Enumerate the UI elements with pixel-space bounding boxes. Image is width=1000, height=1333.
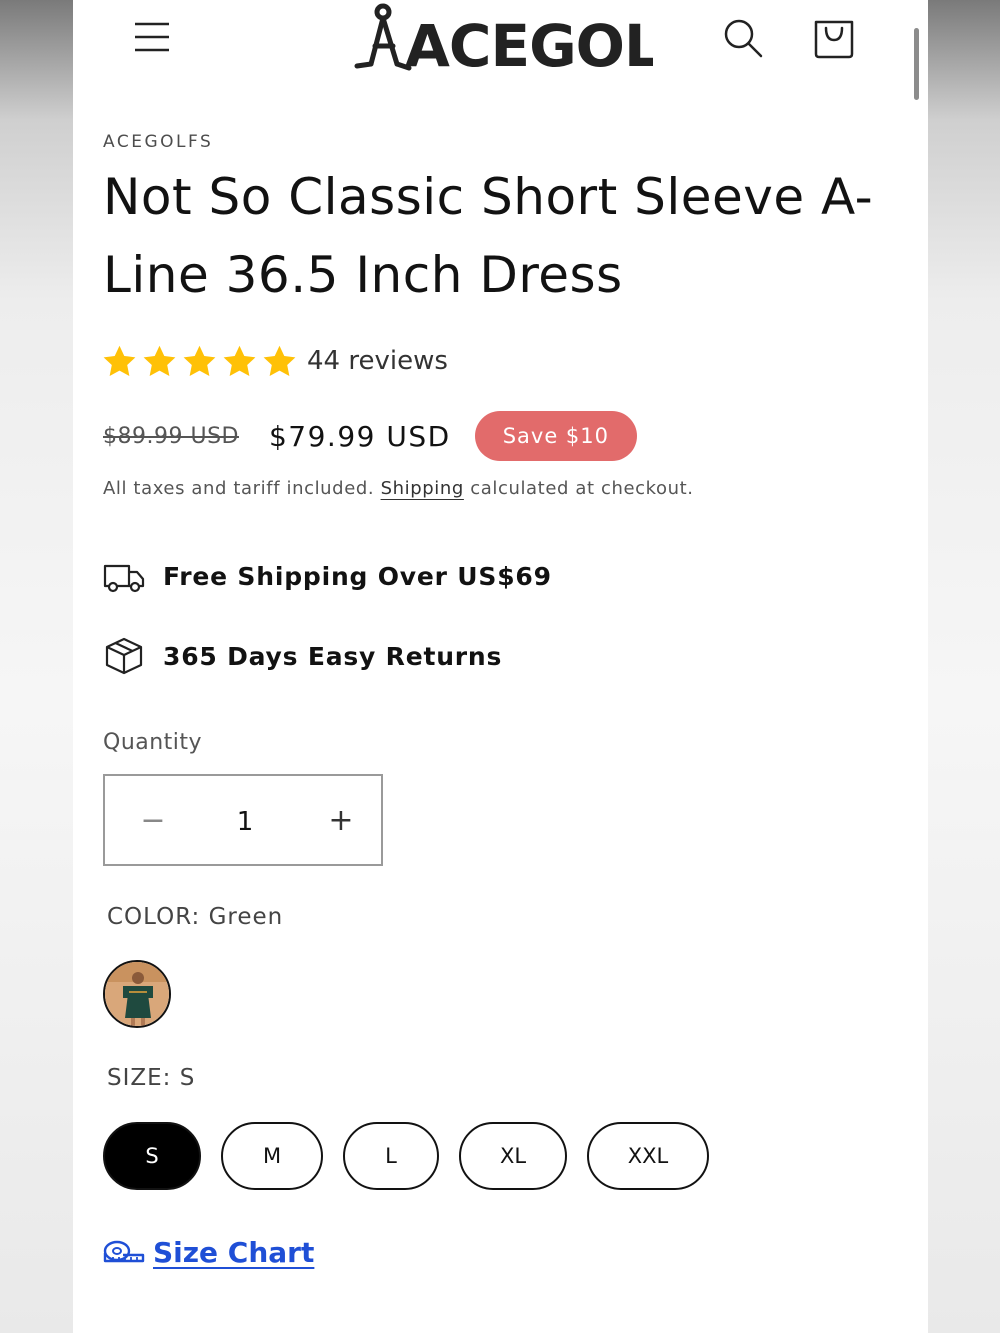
size-chart-link[interactable]: Size Chart (103, 1236, 314, 1269)
size-option-xxl[interactable]: XXL (587, 1122, 709, 1190)
star-icon (223, 345, 256, 376)
star-icon (183, 345, 216, 376)
size-chart-label[interactable]: Size Chart (153, 1236, 314, 1269)
hamburger-menu-icon[interactable] (133, 18, 171, 56)
compare-at-price: $89.99 USD (103, 423, 239, 449)
size-options: S M L XL XXL (103, 1122, 729, 1190)
color-swatch-green[interactable] (103, 960, 171, 1028)
shipping-link[interactable]: Shipping (381, 478, 464, 499)
price-row: $89.99 USD $79.99 USD Save $10 (103, 410, 637, 462)
search-icon[interactable] (721, 16, 765, 60)
golfer-figure-icon (354, 3, 412, 71)
size-option-l[interactable]: L (343, 1122, 439, 1190)
quantity-label: Quantity (103, 730, 203, 755)
current-price: $79.99 USD (268, 419, 451, 453)
feature-label: Free Shipping Over US$69 (163, 561, 552, 591)
size-option-s[interactable]: S (103, 1122, 201, 1190)
logo-text: ACEGOLFS (405, 12, 653, 74)
product-title: Not So Classic Short Sleeve A-Line 36.5 … (103, 168, 874, 304)
sale-badge: Save $10 (474, 411, 637, 461)
feature-free-shipping: Free Shipping Over US$69 (103, 554, 552, 598)
measuring-tape-icon (103, 1240, 145, 1262)
star-rating[interactable]: 44 reviews (101, 340, 448, 382)
quantity-input[interactable]: 1 (205, 790, 285, 850)
brand-logo[interactable]: ACEGOLFS (353, 2, 740, 80)
shopping-bag-icon[interactable] (811, 14, 857, 60)
green-dress-thumbnail (105, 962, 169, 1026)
package-box-icon (105, 637, 143, 675)
quantity-increase-button[interactable]: + (313, 790, 369, 850)
review-count[interactable]: 44 reviews (307, 346, 448, 376)
star-icon (103, 345, 136, 376)
quantity-decrease-button[interactable]: − (125, 790, 181, 850)
rating-stars (101, 343, 301, 380)
tax-note: All taxes and tariff included. Shipping … (103, 478, 694, 499)
feature-label: 365 Days Easy Returns (163, 641, 503, 671)
product-vendor: ACEGOLFS (103, 132, 214, 152)
size-label: SIZE: S (107, 1065, 196, 1091)
quantity-stepper: − 1 + (103, 774, 383, 866)
color-label: COLOR: Green (107, 904, 284, 930)
star-icon (263, 345, 296, 376)
feature-easy-returns: 365 Days Easy Returns (103, 634, 502, 678)
star-icon (143, 345, 176, 376)
size-option-m[interactable]: M (221, 1122, 323, 1190)
page-scrollbar[interactable] (914, 28, 919, 100)
tax-note-text-after: calculated at checkout. (470, 478, 694, 499)
product-page: ACEGOLFS ACEGOLFS Not So Classic Short S… (73, 0, 928, 1333)
size-option-xl[interactable]: XL (459, 1122, 567, 1190)
tax-note-text: All taxes and tariff included. (103, 478, 375, 499)
delivery-truck-icon (103, 564, 145, 593)
